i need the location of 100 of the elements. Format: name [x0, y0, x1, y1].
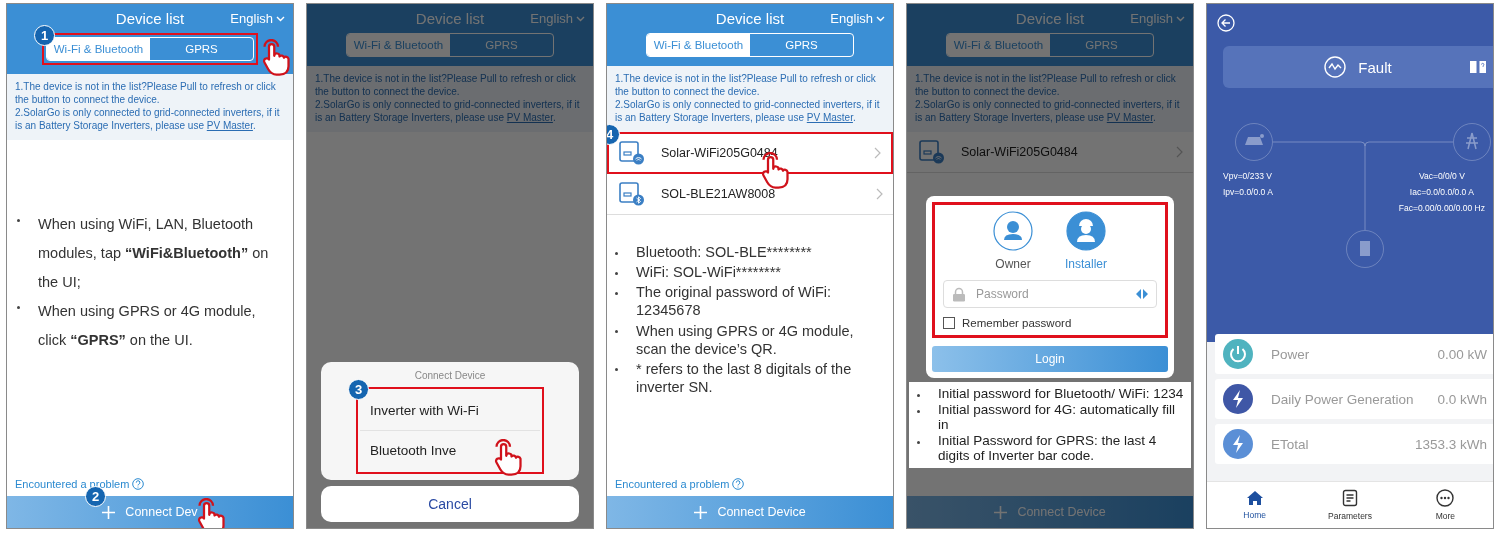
role-label: Installer	[1065, 257, 1107, 271]
link[interactable]: PV Master	[506, 112, 553, 123]
link[interactable]: PV Master	[806, 112, 853, 123]
tab[interactable]: Wi-Fi & Bluetooth	[947, 34, 1050, 56]
pulse-icon	[1324, 56, 1347, 78]
tab[interactable]: GPRS	[450, 34, 553, 56]
hint-text: 1.The device is not in the list?Please Pull to refresh or click the button to connect the device.	[15, 80, 277, 106]
tab[interactable]: GPRS	[150, 38, 253, 60]
metric-label: Daily Power Generation	[1271, 391, 1415, 407]
bullet-dot	[615, 251, 618, 255]
reading-text: Vac=0/0/0 V	[1418, 170, 1465, 183]
checkbox-label: Remember password	[962, 317, 1072, 329]
note-text: * refers to the last 8 digitals of the inverter SN.	[636, 359, 853, 396]
nav-tab[interactable]: Parameters	[1320, 489, 1380, 521]
plus-icon	[694, 505, 708, 519]
chevron-down-icon	[576, 15, 585, 22]
hint-text: 2.SolarGo is only connected to grid-connected inverters, if it is an Battery Storage Inverters, please use PV Master.	[615, 98, 881, 124]
inverter-icon	[919, 140, 945, 164]
bullet-dot	[17, 305, 20, 309]
note-text: When using GPRS or 4G module, click “GPRS” on the UI.	[38, 302, 257, 350]
help-icon	[732, 478, 745, 490]
connect-device-button[interactable]: Connect Device	[907, 496, 1193, 528]
bullet-dot	[917, 409, 920, 413]
language-selector[interactable]: English	[530, 11, 585, 26]
help-icon	[132, 478, 145, 490]
step-badge: 3	[348, 379, 369, 400]
note-text: Initial Password for GPRS: the last 4 digits of Inverter bar code.	[938, 432, 1158, 464]
bullet-dot	[615, 291, 618, 295]
inverter-icon	[619, 182, 645, 206]
tab[interactable]: Wi-Fi & Bluetooth	[647, 34, 750, 56]
plus-icon	[994, 505, 1008, 519]
note-text: Initial password for 4G: automatically fill in	[938, 401, 1177, 433]
note-text: Initial password for Bluetooth/ WiFi: 1234	[938, 386, 1185, 402]
connect-device-button[interactable]: Connect Device	[607, 496, 893, 528]
tab[interactable]: Wi-Fi & Bluetooth	[47, 38, 150, 60]
bullet-dot	[17, 218, 20, 222]
manual-icon[interactable]	[1469, 60, 1487, 74]
note-text: When using WiFi, LAN, Bluetooth modules, tap “WiFi&Bluetooth” on the UI;	[38, 215, 270, 292]
language-selector[interactable]: English	[230, 11, 285, 26]
reading-text: Iac=0.0/0.0/0.0 A	[1409, 186, 1474, 200]
password-field[interactable]: Password	[943, 280, 1157, 308]
more-icon	[1436, 489, 1455, 507]
hint-text: 1.The device is not in the list?Please Pull to refresh or click the button to connect the device.	[615, 72, 877, 98]
inverter-icon	[1346, 230, 1384, 268]
chevron-right-icon	[1176, 146, 1183, 158]
nav-tab[interactable]: More	[1415, 489, 1476, 521]
hint-text: 2.SolarGo is only connected to grid-connected inverters, if it is an Battery Storage Inverters, please use PV Master.	[15, 106, 281, 132]
note-text: When using GPRS or 4G module, scan the device’s QR.	[636, 321, 855, 358]
reading-text: Ipv=0.0/0.0 A	[1223, 186, 1273, 200]
screen-title: Device list	[115, 10, 185, 27]
language-selector[interactable]: English	[1130, 11, 1185, 26]
chevron-down-icon	[876, 15, 885, 22]
bullet-dot	[615, 330, 618, 334]
bullet-dot	[615, 271, 618, 275]
metric-value: 1353.3 kWh	[1414, 436, 1487, 452]
note-text: WiFi: SOL-WiFi********	[636, 263, 782, 282]
home-icon	[1245, 490, 1264, 506]
screen-title: Device list	[715, 10, 785, 27]
tab[interactable]: GPRS	[750, 34, 853, 56]
screen-title: Device list	[415, 10, 485, 27]
chevron-down-icon	[1176, 15, 1185, 22]
note-text: Bluetooth: SOL-BLE********	[636, 243, 813, 262]
sheet-title: Connect Device	[414, 370, 486, 381]
checkbox[interactable]	[943, 317, 955, 329]
plus-icon	[102, 505, 116, 519]
chevron-down-icon	[276, 15, 285, 22]
status-text: Fault	[1358, 58, 1392, 76]
screen-title: Device list	[1015, 10, 1085, 27]
bullet-dot	[917, 394, 920, 398]
device-name: SOL-BLE21AW8008	[661, 187, 777, 201]
person-icon	[993, 211, 1033, 251]
role-option[interactable]: Installer	[1065, 211, 1107, 271]
metric-value: 0.00 kW	[1437, 346, 1487, 362]
note-text: The original password of WiFi: 12345678	[636, 283, 832, 320]
sheet-option[interactable]: Bluetooth Inve	[360, 431, 540, 470]
cancel-button[interactable]: Cancel	[321, 486, 579, 522]
hint-text: 1.The device is not in the list?Please Pull to refresh or click the button to connect the device.	[915, 72, 1177, 98]
chevron-right-icon	[876, 188, 883, 200]
back-icon[interactable]	[1217, 14, 1235, 32]
lock-icon	[952, 286, 966, 302]
tab[interactable]: GPRS	[1050, 34, 1153, 56]
link[interactable]: PV Master	[206, 120, 253, 131]
tab[interactable]: Wi-Fi & Bluetooth	[347, 34, 450, 56]
problem-link[interactable]: Encountered a problem	[615, 478, 745, 490]
device-name: Solar-WiFi205G0484	[961, 145, 1079, 159]
language-selector[interactable]: English	[830, 11, 885, 26]
reading-text: Fac=0.00/0.00/0.00 Hz	[1398, 202, 1485, 216]
reading-text: Vpv=0/233 V	[1223, 170, 1273, 183]
toggle-icon[interactable]	[1136, 289, 1148, 299]
hint-text: 2.SolarGo is only connected to grid-connected inverters, if it is an Battery Storage Inverters, please use PV Master.	[315, 98, 581, 124]
solar-panel-icon	[1235, 123, 1273, 161]
login-button[interactable]: Login	[932, 346, 1168, 372]
link[interactable]: PV Master	[1106, 112, 1153, 123]
nav-tab[interactable]: Home	[1224, 490, 1285, 520]
password-input[interactable]: Password	[974, 286, 1128, 302]
hint-text: 2.SolarGo is only connected to grid-connected inverters, if it is an Battery Storage Inverters, please use PV Master.	[915, 98, 1181, 124]
metric-label: Power	[1271, 346, 1311, 362]
role-option[interactable]: Owner	[993, 211, 1033, 271]
bullet-dot	[615, 368, 618, 372]
worker-icon	[1066, 211, 1106, 251]
